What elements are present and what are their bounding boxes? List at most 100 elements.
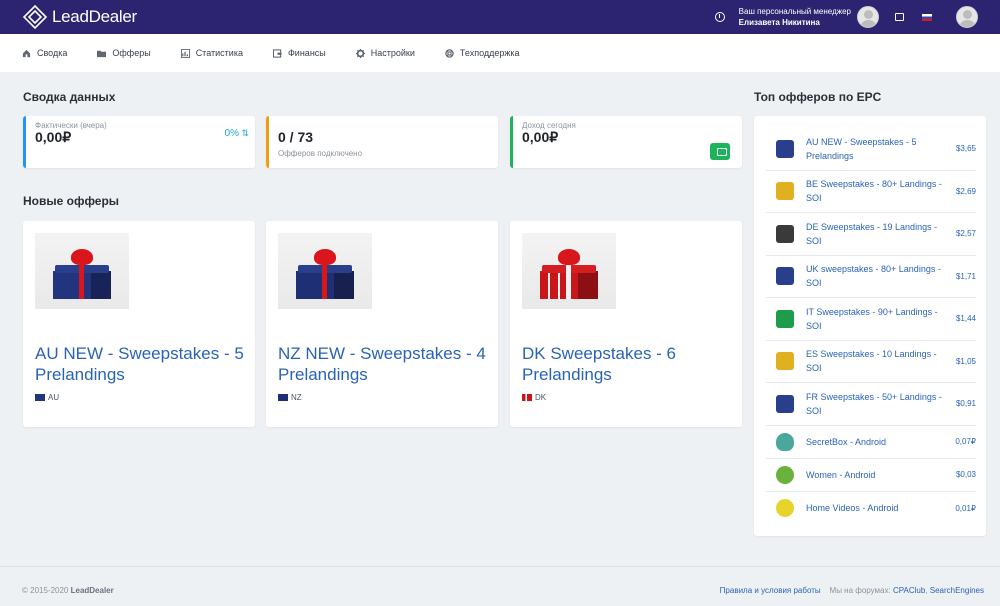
top-offer-row[interactable]: AU NEW - Sweepstakes - 5 Prelandings $3,… bbox=[766, 128, 976, 171]
offer-card-au[interactable]: AU NEW - Sweepstakes - 5 Prelandings AU bbox=[23, 221, 255, 427]
forums-label: Мы на форумах: bbox=[829, 586, 891, 595]
folder-icon bbox=[97, 50, 107, 57]
top-offer-epc: $0,91 bbox=[955, 399, 976, 409]
lifebuoy-icon bbox=[445, 48, 454, 58]
top-offer-row[interactable]: BE Sweepstakes - 80+ Landings - SOI $2,6… bbox=[766, 171, 976, 213]
top-offer-name[interactable]: Women - Android bbox=[806, 468, 946, 482]
au-flag-icon bbox=[35, 394, 45, 401]
gift-box-icon bbox=[776, 182, 794, 201]
top-offer-name[interactable]: FR Sweepstakes - 50+ Landings - SOI bbox=[806, 390, 946, 418]
nav-label: Техподдержка bbox=[459, 48, 520, 58]
manager-name: Елизавета Никитина bbox=[738, 18, 820, 27]
top-offer-row[interactable]: SecretBox - Android 0,07₽ bbox=[766, 426, 976, 459]
rules-link[interactable]: Правила и условия работы bbox=[720, 586, 821, 595]
stat-card-offers-connected: 0 / 73 Офферов подключено bbox=[266, 116, 498, 168]
up-down-arrows-icon: ⇅ bbox=[241, 128, 249, 138]
top-offer-epc: $2,69 bbox=[955, 186, 976, 196]
card-accent bbox=[23, 116, 26, 168]
gift-box-au-flag-icon bbox=[53, 249, 111, 299]
offer-image[interactable] bbox=[278, 233, 372, 309]
offer-geo: DK bbox=[522, 393, 546, 402]
top-offer-epc: $1,05 bbox=[955, 356, 976, 366]
home-icon bbox=[22, 49, 31, 57]
nav-label: Финансы bbox=[287, 48, 326, 58]
top-offer-name[interactable]: DE Sweepstakes - 19 Landings - SOI bbox=[806, 220, 946, 248]
top-offer-name[interactable]: SecretBox - Android bbox=[806, 435, 946, 449]
offer-image[interactable] bbox=[35, 233, 129, 309]
logo-text: LeadDealer bbox=[52, 7, 137, 26]
offer-card-nz[interactable]: NZ NEW - Sweepstakes - 4 Prelandings NZ bbox=[266, 221, 498, 427]
offer-image[interactable] bbox=[522, 233, 616, 309]
nav-item-summary[interactable]: Сводка bbox=[22, 48, 67, 58]
logout-icon[interactable] bbox=[895, 13, 904, 21]
offer-card-dk[interactable]: DK Sweepstakes - 6 Prelandings DK bbox=[510, 221, 742, 427]
top-offer-name[interactable]: Home Videos - Android bbox=[806, 501, 946, 515]
top-offer-row[interactable]: FR Sweepstakes - 50+ Landings - SOI $0,9… bbox=[766, 383, 976, 426]
personal-manager[interactable]: Ваш персональный менеджер Елизавета Ники… bbox=[739, 6, 851, 28]
new-offers-title: Новые офферы bbox=[23, 194, 120, 208]
footer: © 2015-2020 LeadDealer Правила и условия… bbox=[0, 566, 1000, 606]
top-offer-epc: $2,57 bbox=[955, 229, 976, 239]
gift-box-icon bbox=[776, 139, 794, 158]
card-accent bbox=[510, 116, 513, 168]
dk-flag-icon bbox=[522, 394, 532, 401]
wallet-icon bbox=[710, 143, 730, 160]
gift-box-icon bbox=[776, 267, 794, 286]
top-offer-row[interactable]: Home Videos - Android 0,01₽ bbox=[766, 492, 976, 525]
shield-app-icon bbox=[776, 432, 794, 451]
geo-code: DK bbox=[535, 393, 547, 402]
cpaclub-link[interactable]: CPAClub bbox=[893, 586, 925, 595]
stat-value: 0,00₽ bbox=[35, 129, 72, 145]
top-offer-name[interactable]: UK sweepstakes - 80+ Landings - SOI bbox=[806, 262, 946, 290]
card-accent bbox=[266, 116, 269, 168]
top-offer-name[interactable]: BE Sweepstakes - 80+ Landings - SOI bbox=[806, 177, 946, 205]
stat-value: 0 / 73 bbox=[278, 129, 314, 145]
nav-item-statistics[interactable]: Статистика bbox=[180, 48, 243, 58]
top-offer-row[interactable]: DE Sweepstakes - 19 Landings - SOI $2,57 bbox=[766, 213, 976, 256]
gift-box-icon bbox=[776, 394, 794, 413]
nav-item-finance[interactable]: Финансы bbox=[272, 48, 326, 58]
nav-item-support[interactable]: Техподдержка bbox=[445, 48, 520, 58]
smiley-app-icon bbox=[776, 499, 794, 517]
language-ru-flag-icon[interactable] bbox=[922, 13, 932, 21]
top-offer-row[interactable]: UK sweepstakes - 80+ Landings - SOI $1,7… bbox=[766, 256, 976, 298]
nav-label: Настройки bbox=[370, 48, 415, 58]
offer-title[interactable]: NZ NEW - Sweepstakes - 4 Prelandings bbox=[278, 343, 488, 385]
gear-icon bbox=[355, 48, 365, 58]
top-offers-title: Топ офферов по EPC bbox=[754, 90, 882, 104]
nav-item-settings[interactable]: Настройки bbox=[355, 48, 415, 58]
nav-label: Сводка bbox=[37, 48, 68, 58]
top-offer-name[interactable]: IT Sweepstakes - 90+ Landings - SOI bbox=[806, 305, 946, 333]
summary-title: Сводка данных bbox=[23, 90, 116, 104]
searchengines-link[interactable]: SearchEngines bbox=[930, 586, 984, 595]
offer-title[interactable]: DK Sweepstakes - 6 Prelandings bbox=[522, 343, 732, 385]
manager-label: Ваш персональный менеджер bbox=[738, 7, 851, 16]
top-offer-epc: $0,03 bbox=[955, 470, 976, 479]
manager-avatar[interactable] bbox=[857, 6, 879, 28]
geo-code: AU bbox=[48, 393, 60, 402]
offer-geo: AU bbox=[35, 393, 59, 402]
logo[interactable]: LeadDealer bbox=[22, 4, 137, 30]
user-avatar[interactable] bbox=[956, 6, 978, 28]
top-offer-epc: 0,01₽ bbox=[955, 503, 976, 513]
nav-item-offers[interactable]: Офферы bbox=[97, 48, 151, 58]
top-offer-row[interactable]: Women - Android $0,03 bbox=[766, 459, 976, 492]
top-offer-name[interactable]: ES Sweepstakes - 10 Landings - SOI bbox=[806, 347, 946, 375]
stat-label: Офферов подключено bbox=[278, 149, 363, 158]
clock-icon[interactable] bbox=[714, 12, 725, 22]
top-offer-row[interactable]: ES Sweepstakes - 10 Landings - SOI $1,05 bbox=[766, 341, 976, 383]
top-offer-name[interactable]: AU NEW - Sweepstakes - 5 Prelandings bbox=[806, 135, 946, 163]
top-offer-epc: 0,07₽ bbox=[955, 437, 976, 446]
stat-card-yesterday: Фактически (вчера) 0,00₽ 0% ⇅ bbox=[23, 116, 255, 168]
top-offer-row[interactable]: IT Sweepstakes - 90+ Landings - SOI $1,4… bbox=[766, 298, 976, 341]
main-nav: Сводка Офферы Статистика Финансы Настрой… bbox=[0, 34, 1000, 72]
logo-mark-icon bbox=[22, 4, 48, 30]
footer-links: Правила и условия работы Мы на форумах: … bbox=[719, 586, 984, 595]
top-offers-panel: AU NEW - Sweepstakes - 5 Prelandings $3,… bbox=[754, 116, 986, 536]
women-app-icon bbox=[776, 465, 794, 484]
top-offer-epc: $1,71 bbox=[955, 271, 976, 281]
copyright: © 2015-2020 LeadDealer bbox=[22, 586, 114, 595]
offer-title[interactable]: AU NEW - Sweepstakes - 5 Prelandings bbox=[35, 343, 245, 385]
stat-card-income-today: Доход сегодня 0,00₽ bbox=[510, 116, 742, 168]
nz-flag-icon bbox=[278, 394, 288, 401]
